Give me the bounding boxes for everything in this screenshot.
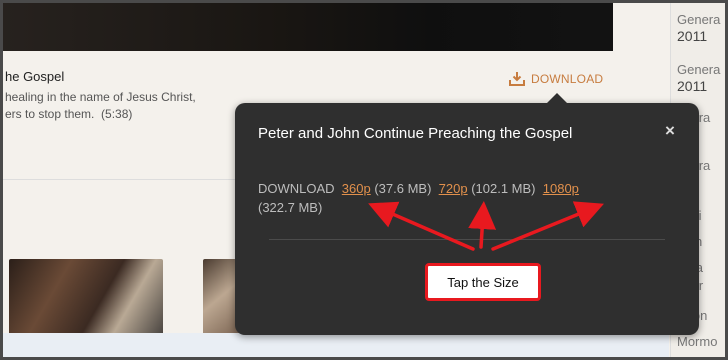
close-icon[interactable]: × — [665, 121, 675, 141]
sidebar-item-label: Genera — [677, 12, 721, 27]
download-options: DOWNLOAD 360p (37.6 MB) 720p (102.1 MB) … — [258, 179, 678, 217]
option-360p-size: (37.6 MB) — [374, 181, 432, 196]
video-duration: (5:38) — [101, 107, 133, 121]
description-line-2-text: ers to stop them. — [5, 107, 95, 121]
video-player[interactable] — [3, 3, 613, 51]
download-button[interactable]: DOWNLOAD — [509, 71, 603, 86]
sidebar-item-year: 2011 — [677, 78, 708, 94]
description-line-2: ers to stop them. (5:38) — [5, 106, 245, 123]
video-title: he Gospel — [5, 69, 65, 84]
option-360p-link[interactable]: 360p — [342, 181, 371, 196]
download-label: DOWNLOAD — [531, 71, 604, 86]
popup-divider — [269, 239, 665, 240]
option-720p-size: (102.1 MB) — [471, 181, 536, 196]
sidebar-item[interactable]: Genera 2011 — [677, 61, 720, 95]
sidebar-item[interactable]: Genera 2011 — [677, 11, 720, 45]
download-prefix: DOWNLOAD — [258, 181, 335, 196]
sidebar-item-label: Genera — [677, 62, 721, 77]
popup-title: Peter and John Continue Preaching the Go… — [258, 125, 573, 142]
screenshot-frame: he Gospel healing in the name of Jesus C… — [0, 0, 728, 360]
tap-size-callout: Tap the Size — [425, 263, 541, 301]
description-line-1: healing in the name of Jesus Christ, — [5, 90, 196, 104]
bottom-band — [3, 333, 669, 357]
option-720p-link[interactable]: 720p — [439, 181, 468, 196]
option-1080p-size: (322.7 MB) — [258, 200, 323, 215]
download-icon — [509, 71, 525, 86]
sidebar-item-year: 2011 — [677, 28, 708, 44]
option-1080p-link[interactable]: 1080p — [543, 181, 579, 196]
video-description: healing in the name of Jesus Christ, ers… — [5, 89, 245, 123]
sidebar-item[interactable]: Mormo — [677, 333, 717, 350]
